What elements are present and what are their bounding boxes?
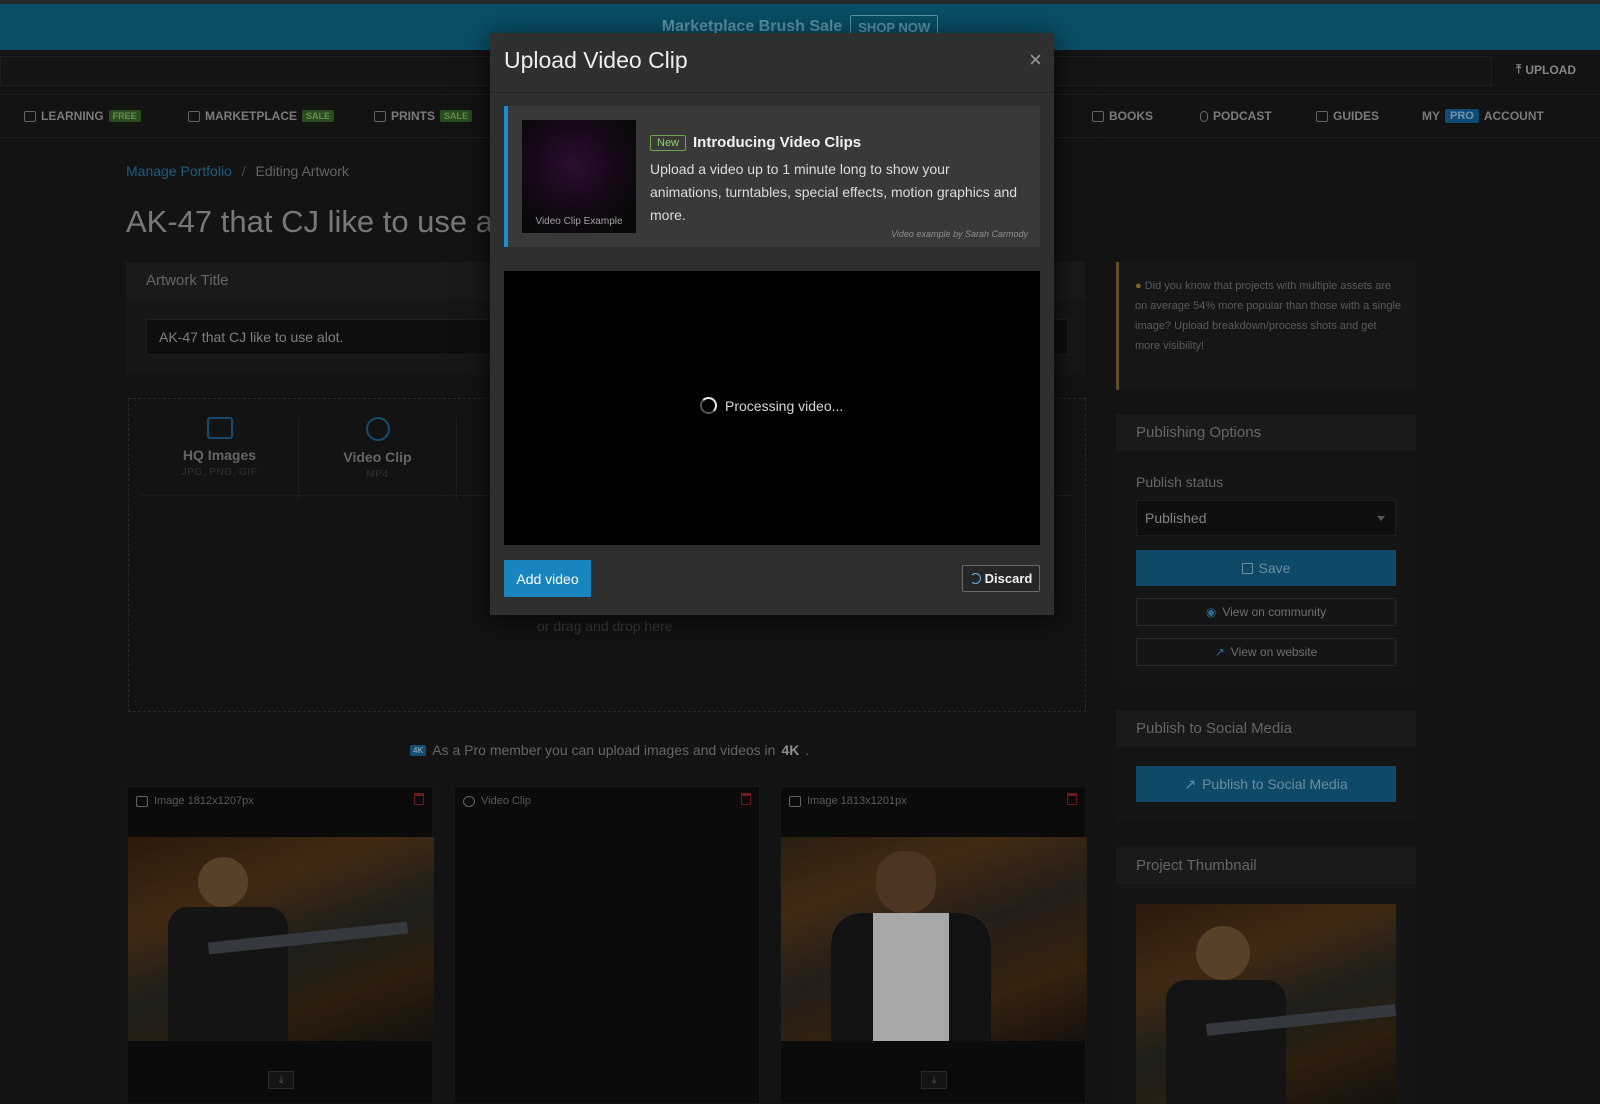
intro-video-clips-box: Video Clip Example New Introducing Video… (504, 106, 1040, 247)
close-icon[interactable]: × (1029, 49, 1042, 71)
discard-label: Discard (984, 571, 1033, 586)
video-preview-area: Processing video... (504, 271, 1040, 545)
spinner-icon (700, 397, 717, 414)
video-clip-example-thumbnail[interactable]: Video Clip Example (522, 120, 636, 233)
intro-credit: Video example by Sarah Carmody (891, 229, 1028, 239)
upload-video-modal: Upload Video Clip × Video Clip Example N… (490, 33, 1054, 615)
processing-text: Processing video... (725, 397, 844, 414)
modal-header: Upload Video Clip × (490, 33, 1054, 93)
intro-heading: New Introducing Video Clips (650, 134, 861, 151)
processing-status: Processing video... (700, 397, 843, 414)
thumbnail-caption: Video Clip Example (535, 216, 623, 227)
intro-text: Upload a video up to 1 minute long to sh… (650, 161, 1018, 223)
add-video-button[interactable]: Add video (504, 560, 591, 597)
intro-title: Introducing Video Clips (693, 134, 862, 151)
new-badge: New (650, 134, 687, 151)
modal-title: Upload Video Clip (504, 47, 688, 73)
reload-icon (969, 573, 981, 584)
discard-button[interactable]: Discard (962, 565, 1040, 592)
